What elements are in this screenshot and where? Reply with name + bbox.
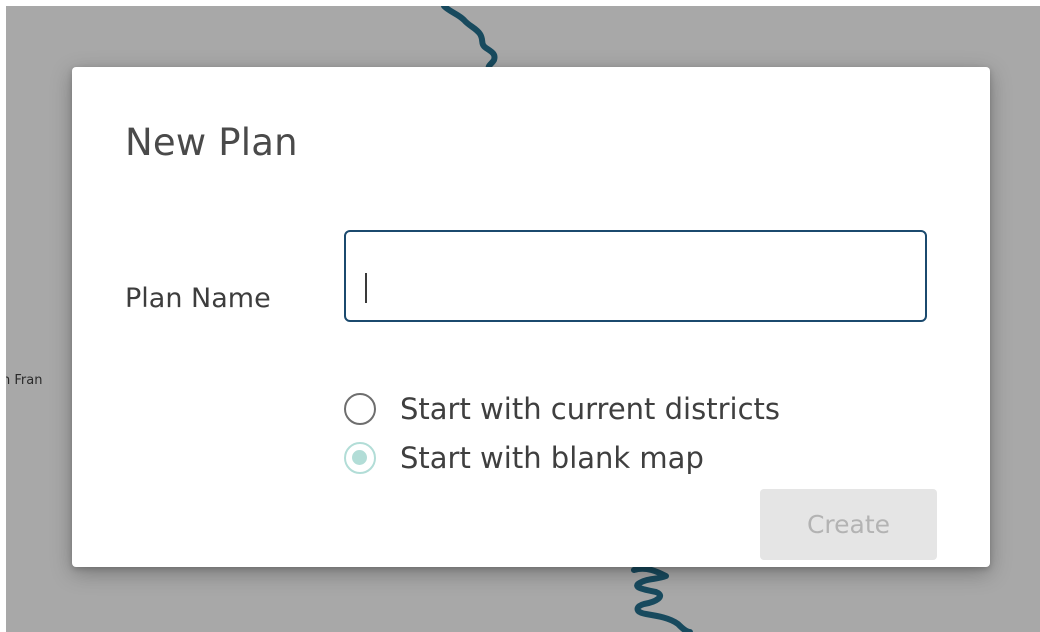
map-place-label: n Fran — [6, 373, 43, 388]
option-blank-map[interactable]: Start with blank map — [344, 441, 704, 475]
map-boundary-line-south — [631, 565, 693, 632]
option-current-districts-label: Start with current districts — [400, 392, 780, 426]
dialog-title: New Plan — [125, 121, 298, 164]
radio-button-blank-map[interactable] — [344, 442, 376, 474]
radio-button-current-districts[interactable] — [344, 393, 376, 425]
new-plan-dialog: New Plan Plan Name Start with current di… — [72, 67, 990, 567]
option-blank-map-label: Start with blank map — [400, 441, 704, 475]
plan-name-label: Plan Name — [125, 283, 271, 314]
map-boundary-line-north — [441, 6, 498, 73]
option-current-districts[interactable]: Start with current districts — [344, 392, 780, 426]
text-caret — [365, 273, 367, 303]
plan-name-input[interactable] — [344, 230, 927, 322]
create-button[interactable]: Create — [760, 489, 937, 560]
